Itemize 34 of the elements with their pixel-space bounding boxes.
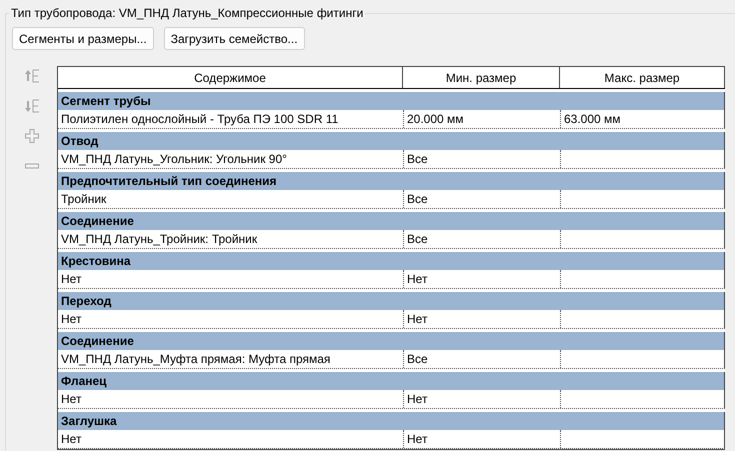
table-cell[interactable]: Все xyxy=(407,352,428,366)
group-header: Предпочтительный тип соединения xyxy=(61,174,277,188)
group-header: Переход xyxy=(61,294,112,308)
column-header[interactable]: Макс. размер xyxy=(560,67,725,88)
table-cell[interactable]: Все xyxy=(407,192,428,206)
group-header: Крестовина xyxy=(61,254,131,268)
group-header: Соединение xyxy=(61,334,134,348)
group-header: Сегмент трубы xyxy=(61,94,151,108)
table-cell[interactable]: Все xyxy=(407,232,428,246)
table-cell[interactable]: Нет xyxy=(61,312,82,326)
table-cell[interactable]: 20.000 мм xyxy=(407,112,464,126)
table-cell[interactable]: VM_ПНД Латунь_Тройник: Тройник xyxy=(61,232,258,246)
group-header: Фланец xyxy=(61,374,107,388)
table-cell[interactable]: Тройник xyxy=(61,192,106,206)
group-header: Заглушка xyxy=(61,414,117,428)
table-cell[interactable]: Нет xyxy=(61,432,82,446)
table-cell[interactable]: VM_ПНД Латунь_Муфта прямая: Муфта прямая xyxy=(61,352,330,366)
dialog-button[interactable]: Загрузить семейство... xyxy=(164,27,305,50)
table-cell[interactable]: Нет xyxy=(407,312,428,326)
group-header: Соединение xyxy=(61,214,134,228)
group-header: Отвод xyxy=(61,134,98,148)
table-cell[interactable]: Полиэтилен однослойный - Труба ПЭ 100 SDR 11 xyxy=(61,112,338,126)
table-cell[interactable]: Нет xyxy=(407,392,428,406)
table-cell[interactable]: Нет xyxy=(61,272,82,286)
group-title: Тип трубопровода: VM_ПНД Латунь_Компрессионные фитинги xyxy=(9,6,366,20)
table-cell[interactable]: Нет xyxy=(407,432,428,446)
table-cell[interactable]: Нет xyxy=(407,272,428,286)
dialog-button[interactable]: Сегменты и размеры... xyxy=(12,27,154,50)
table-cell[interactable]: VM_ПНД Латунь_Угольник: Угольник 90° xyxy=(61,152,287,166)
column-header[interactable]: Содержимое xyxy=(58,67,403,88)
table-cell[interactable]: 63.000 мм xyxy=(564,112,621,126)
column-header[interactable]: Мин. размер xyxy=(403,67,560,88)
table-cell[interactable]: Все xyxy=(407,152,428,166)
table-cell[interactable]: Нет xyxy=(61,392,82,406)
